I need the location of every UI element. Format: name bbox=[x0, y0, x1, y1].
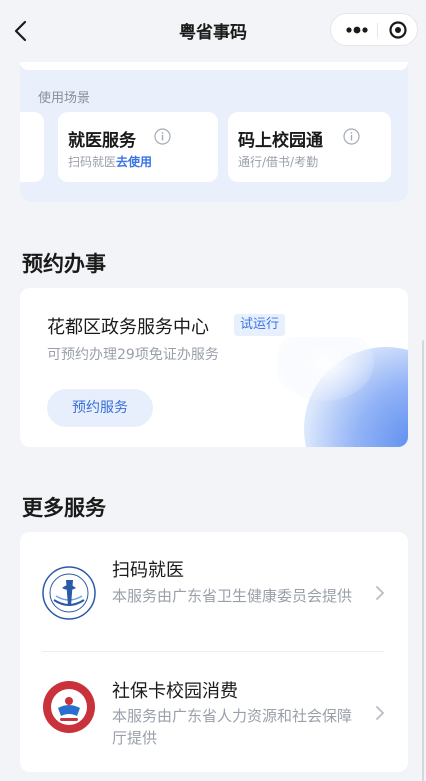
close-mini-program-button[interactable] bbox=[387, 20, 409, 40]
service-center-name: 花都区政务服务中心 bbox=[47, 317, 209, 338]
section-title-booking: 预约办事 bbox=[22, 252, 106, 276]
chip-subtitle: 扫码就医去使用 bbox=[68, 153, 152, 170]
chip-sub-text: 扫码就医 bbox=[68, 155, 117, 169]
decorative-orb-icon bbox=[278, 337, 408, 447]
target-circle-icon bbox=[389, 21, 407, 39]
book-service-button[interactable]: 预约服务 bbox=[47, 389, 153, 427]
trial-badge: 试运行 bbox=[234, 314, 286, 336]
chip-title: 就医服务 bbox=[68, 131, 136, 151]
service-desc: 本服务由广东省人力资源和社会保障厅提供 bbox=[112, 707, 353, 747]
more-button[interactable] bbox=[341, 20, 373, 40]
chip-title: 码上校园通 bbox=[238, 131, 323, 151]
service-desc: 本服务由广东省卫生健康委员会提供 bbox=[112, 587, 353, 605]
more-services-card: 扫码就医 本服务由广东省卫生健康委员会提供 社保卡校园消费 本服务由广东省人力资… bbox=[20, 532, 408, 772]
booking-card[interactable]: 花都区政务服务中心 试运行 可预约办理29项免证办服务 预约服务 bbox=[20, 288, 408, 447]
info-icon[interactable] bbox=[343, 128, 360, 145]
chevron-right-icon bbox=[376, 586, 384, 600]
chip-subtitle: 通行/借书/考勤 bbox=[238, 155, 319, 169]
mini-program-capsule bbox=[330, 13, 418, 46]
scene-chip-medical[interactable]: 就医服务 扫码就医去使用 bbox=[58, 112, 218, 182]
service-title: 扫码就医 bbox=[112, 560, 184, 581]
usage-scene-card: 使用场景 就医服务 扫码就医去使用 码上校园通 通行/借书/考勤 bbox=[20, 62, 408, 202]
chevron-right-icon bbox=[376, 706, 384, 720]
health-commission-logo-icon bbox=[42, 566, 96, 620]
scene-chip-partial[interactable] bbox=[20, 112, 44, 182]
more-dots-icon bbox=[346, 26, 368, 34]
service-center-desc: 可预约办理29项免证办服务 bbox=[47, 347, 219, 363]
social-security-card-logo-icon bbox=[43, 681, 95, 733]
scene-chip-campus[interactable]: 码上校园通 通行/借书/考勤 bbox=[228, 112, 391, 182]
nav-bar: 粤省事码 bbox=[0, 0, 426, 62]
use-now-link[interactable]: 去使用 bbox=[116, 155, 152, 169]
service-title: 社保卡校园消费 bbox=[112, 681, 238, 702]
capsule-divider bbox=[377, 23, 378, 38]
list-item[interactable]: 社保卡校园消费 本服务由广东省人力资源和社会保障厅提供 bbox=[20, 652, 408, 772]
card-top-strip bbox=[20, 62, 408, 70]
list-item[interactable]: 扫码就医 本服务由广东省卫生健康委员会提供 bbox=[20, 532, 408, 652]
info-icon[interactable] bbox=[154, 128, 171, 145]
scene-label: 使用场景 bbox=[38, 91, 91, 106]
scrollbar[interactable] bbox=[422, 340, 424, 781]
section-title-more: 更多服务 bbox=[22, 496, 106, 520]
